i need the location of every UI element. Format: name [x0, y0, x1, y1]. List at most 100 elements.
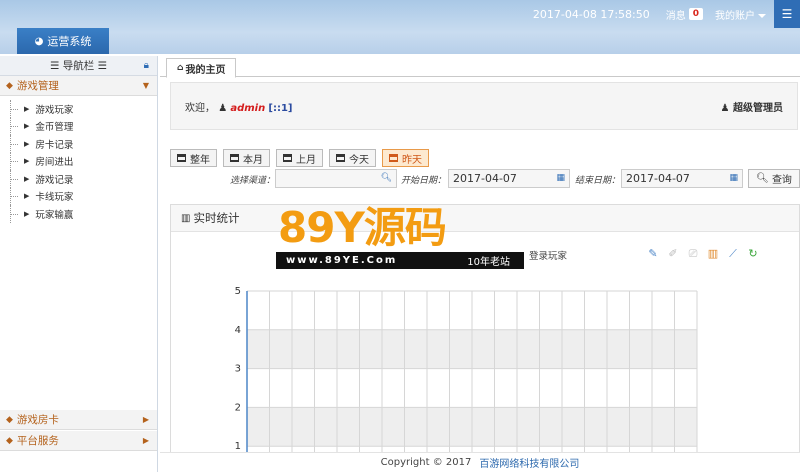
calendar-icon: [177, 154, 186, 162]
clear-icon[interactable]: ⎚: [683, 247, 703, 261]
footer: Copyright © 2017 百游网络科技有限公司: [160, 452, 800, 472]
item-label: 玩家输赢: [35, 209, 74, 221]
calendar-icon: [336, 154, 345, 162]
tab-home[interactable]: ⌂ 我的主页: [166, 58, 237, 78]
caret-right-icon: ▶: [24, 192, 30, 201]
caret-right-icon: ▶: [24, 174, 30, 183]
welcome-box: 欢迎， ♟ admin [::1] ♟ 超级管理员: [170, 82, 798, 130]
btn-this-month[interactable]: 本月: [223, 149, 270, 167]
calendar-icon: ▦: [556, 173, 565, 183]
sidebar-item-roomcard[interactable]: ▶ 房卡记录: [10, 135, 157, 153]
legend-item-login-players[interactable]: 登录玩家: [529, 248, 567, 262]
sidebar-item-room-access[interactable]: ▶ 房间进出: [10, 152, 157, 171]
home-icon: ⌂: [177, 63, 184, 73]
dashboard-icon: ◕: [34, 35, 44, 47]
search-button-label: 查询: [771, 175, 792, 186]
bar-chart-icon[interactable]: ▥: [703, 247, 723, 261]
chart-toolbox: ✎ ✐ ⎚ ▥ ⟋ ↻: [643, 247, 763, 261]
watermark: 89Y源码 www.89YE.Com 10年老站: [276, 205, 524, 269]
y-tick-label: 1: [235, 441, 241, 452]
pen-icon[interactable]: ✐: [663, 247, 683, 261]
list-icon: ☰: [94, 59, 108, 72]
btn-label: 本月: [243, 154, 263, 166]
sidebar-item-win-loss[interactable]: ▶ 玩家输赢: [10, 205, 157, 223]
search-icon: 🔍︎: [380, 173, 392, 183]
tag-icon: ◆: [6, 414, 13, 425]
tab-bar: ⌂ 我的主页: [160, 56, 800, 78]
account-menu[interactable]: 我的账户: [715, 7, 766, 22]
chevron-down-icon: ▼: [142, 81, 149, 90]
caret-down-icon: [758, 13, 766, 18]
item-label: 游戏玩家: [35, 104, 74, 116]
sidebar-item-stuck-players[interactable]: ▶ 卡线玩家: [10, 187, 157, 206]
module-tab-operations[interactable]: ◕ 运营系统: [17, 28, 109, 54]
header-right: 2017-04-08 17:58:50 消息 0 我的账户 ☰: [533, 0, 800, 28]
tag-icon: ◆: [6, 80, 13, 91]
group-label: 平台服务: [16, 435, 59, 447]
btn-last-month[interactable]: 上月: [276, 149, 323, 167]
search-button[interactable]: 🔍︎ 查询: [748, 169, 800, 188]
group-icon: ♟: [720, 103, 733, 114]
data-view-icon[interactable]: ✎: [643, 247, 663, 261]
header-datetime: 2017-04-08 17:58:50: [532, 7, 650, 21]
group-label: 游戏房卡: [16, 414, 59, 426]
user-ip: [::1]: [268, 103, 293, 114]
watermark-site: www.89YE.Com: [286, 255, 398, 266]
line-chart-icon[interactable]: ⟋: [723, 247, 743, 261]
sidebar-group-roomcard[interactable]: ◆ 游戏房卡 ▶: [0, 410, 157, 430]
item-label: 卡线玩家: [35, 192, 74, 204]
item-label: 房间进出: [35, 157, 74, 169]
lock-icon[interactable]: 🔒︎: [144, 60, 149, 71]
caret-right-icon: ▶: [24, 157, 30, 166]
panel-title: 实时统计: [193, 211, 240, 225]
btn-label: 整年: [190, 154, 210, 166]
y-tick-label: 2: [235, 402, 241, 413]
messages-label: 消息: [665, 10, 686, 22]
item-label: 游戏记录: [35, 174, 74, 186]
y-tick-label: 5: [235, 286, 241, 297]
sidebar-item-game-records[interactable]: ▶ 游戏记录: [10, 170, 157, 188]
caret-right-icon: ▶: [24, 209, 30, 218]
watermark-slogan: 10年老站: [467, 257, 510, 268]
sidebar-item-gold[interactable]: ▶ 金币管理: [10, 117, 157, 136]
menu-icon[interactable]: ☰: [774, 0, 800, 28]
game-tree: ▶ 游戏玩家 ▶ 金币管理 ▶ 房卡记录 ▶ 房间进出 ▶ 游戏记录 ▶ 卡线玩家 ▶ 玩家输…: [0, 96, 157, 223]
nav-title: ☰ 导航栏 ☰ 🔒︎: [0, 56, 157, 76]
btn-today[interactable]: 今天: [329, 149, 376, 167]
watermark-brand-text: 源码: [363, 203, 447, 252]
welcome-prefix: 欢迎，: [185, 103, 215, 114]
list-icon: ☰: [49, 59, 63, 72]
footer-company-link[interactable]: 百游网络科技有限公司: [479, 455, 579, 470]
start-date-input[interactable]: 2017-04-07 ▦: [448, 169, 570, 188]
refresh-icon[interactable]: ↻: [743, 247, 763, 261]
messages-link[interactable]: 消息 0: [666, 7, 703, 22]
sidebar-group-game[interactable]: ◆ 游戏管理 ▼: [0, 76, 157, 96]
caret-right-icon: ▶: [24, 104, 30, 113]
y-tick-label: 3: [235, 364, 241, 375]
account-label: 我的账户: [715, 10, 755, 22]
user-icon: ♟: [218, 103, 228, 114]
item-label: 房卡记录: [35, 139, 74, 151]
end-date-input[interactable]: 2017-04-07 ▦: [621, 169, 743, 188]
footer-copyright: Copyright © 2017: [380, 457, 472, 468]
btn-label: 今天: [349, 154, 369, 166]
btn-full-year[interactable]: 整年: [170, 149, 217, 167]
btn-label: 昨天: [402, 154, 422, 166]
btn-yesterday[interactable]: 昨天: [382, 149, 429, 167]
btn-label: 上月: [296, 154, 316, 166]
sidebar-group-platform[interactable]: ◆ 平台服务 ▶: [0, 431, 157, 451]
channel-select[interactable]: 🔍︎: [275, 169, 397, 188]
caret-right-icon: ▶: [24, 122, 30, 131]
calendar-icon: ▦: [729, 173, 738, 183]
chevron-right-icon: ▶: [142, 436, 149, 445]
start-date-value: 2017-04-07: [453, 172, 517, 185]
channel-label: 选择渠道：: [230, 176, 276, 186]
welcome-text: 欢迎， ♟ admin [::1]: [185, 99, 293, 114]
y-tick-label: 4: [235, 325, 241, 336]
stats-chart: 1 2 3 4 5: [235, 286, 698, 472]
tag-icon: ◆: [6, 435, 13, 446]
watermark-bar: www.89YE.Com 10年老站: [276, 252, 524, 269]
username: admin: [230, 103, 266, 114]
sidebar-item-players[interactable]: ▶ 游戏玩家: [10, 100, 157, 118]
nav-title-label: 导航栏: [62, 60, 95, 72]
